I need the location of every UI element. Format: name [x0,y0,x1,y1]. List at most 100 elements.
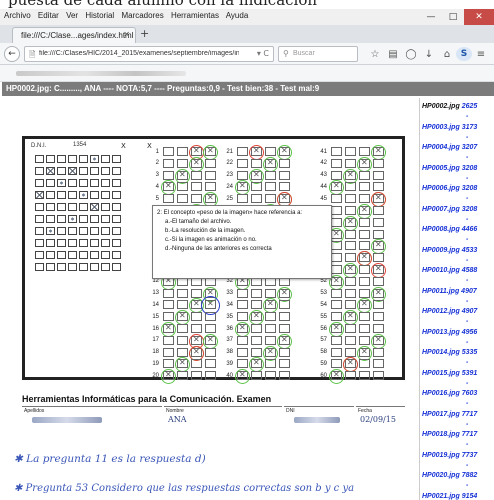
menu-herramientas[interactable]: Herramientas [171,11,219,20]
answer-box [359,217,370,227]
file-link[interactable]: HP0015.jpg 5391 - [422,369,477,387]
menu-archivo[interactable]: Archivo [4,11,31,20]
question-row: 25 ✕ [221,192,293,208]
tab-close-icon[interactable]: ✕ [123,30,130,39]
search-input[interactable]: ⚲ Buscar [278,46,358,62]
answer-box [331,312,342,322]
file-name: HP0012.jpg [422,308,462,315]
menu-ver[interactable]: Ver [66,11,78,20]
dni-grid [35,155,123,275]
menu-ayuda[interactable]: Ayuda [226,11,249,20]
menu-editar[interactable]: Editar [38,11,59,20]
tooltip-option-a: a.-El tamaño del archivo. [165,219,232,225]
url-input[interactable]: 🗎 file:///C:/Clases/HIC/2014_2015/examen… [24,46,274,62]
answer-x-mark: ✕ [239,370,246,380]
file-name: HP0007.jpg [422,205,462,213]
file-link[interactable]: HP0017.jpg 7717 - [422,410,477,428]
dni-grid-cell [101,263,110,271]
file-link[interactable]: HP0018.jpg 7717 - [422,430,477,448]
star-icon[interactable]: ☆ [366,46,384,62]
file-code: 2625 [461,103,478,110]
extension-icon[interactable]: S [456,47,472,61]
menu-icon[interactable]: ≡ [472,46,490,62]
blurred-bookmarks [16,71,186,76]
answer-box: ✕ [371,239,386,255]
dni-grid-cell [112,227,121,235]
reload-icon[interactable]: ▾ C [257,49,269,58]
answer-box [163,347,174,357]
file-name: HP0016.jpg [422,390,462,397]
dni-grid-cell [112,263,121,271]
question-row: 38 ✕ [221,345,293,361]
answer-box [331,253,342,263]
dni-grid-cell [68,191,77,199]
back-arrow-icon[interactable]: ← [4,46,20,62]
dni-grid-cell [57,155,66,163]
dni-grid-cell [90,167,99,175]
file-link[interactable]: HP0020.jpg 7882 - [422,471,477,489]
answer-x-mark: ✕ [375,287,382,297]
answer-box: ✕ [235,322,250,337]
dni-grid-cell [57,179,66,187]
question-number: 40 [226,372,233,379]
menu-marcadores[interactable]: Marcadores [121,11,163,20]
answer-box [205,347,216,357]
file-link[interactable]: HP0013.jpg 4956 - [422,328,477,346]
answer-x-mark: ✕ [253,146,260,155]
file-code: 4588 [461,267,478,274]
answer-box: ✕ [249,357,264,373]
tooltip-option-d: d.-Ninguna de las anteriores es correcta [165,246,272,252]
maximize-icon[interactable]: □ [442,9,464,25]
file-link[interactable]: HP0016.jpg 7603 - [422,389,478,407]
dni-grid-cell [101,203,110,211]
answer-box [163,312,174,322]
answer-box: ✕ [203,192,218,208]
tab-active[interactable]: file:///C:/Clase...ages/index.html ✕ [12,27,136,43]
answer-box [177,158,188,168]
blurred-dni [294,417,340,423]
pocket-icon[interactable]: ◯ [402,46,420,62]
dni-grid-cell [101,215,110,223]
answer-box [373,312,384,322]
file-link[interactable]: HP0005.jpg 3208 - [422,164,477,182]
answer-box [237,194,248,204]
file-link[interactable]: HP0010.jpg 4588 - [422,266,478,284]
file-link[interactable]: HP0021.jpg 9154- [422,492,477,500]
file-code: 7603 [461,390,478,397]
answer-x-mark: ✕ [361,252,368,262]
file-link[interactable]: HP0014.jpg 5335 - [422,348,477,366]
file-link[interactable]: HP0002.jpg 2625 - [422,102,478,120]
question-number: 25 [226,195,233,202]
file-link[interactable]: HP0007.jpg 3208 - [422,205,477,223]
url-text: file:///C:/Clases/HIC/2014_2015/examenes… [39,50,239,57]
answer-box [265,170,276,180]
file-name: HP0006.jpg [422,185,462,192]
file-link[interactable]: HP0003.jpg 3173 - [422,123,477,141]
answer-box [331,347,342,357]
home-icon[interactable]: ⌂ [438,46,456,62]
answer-box [359,265,370,274]
answer-x-mark: ✕ [333,323,340,332]
question-row: 5 ✕ [147,192,219,208]
file-link[interactable]: HP0008.jpg 4466 - [422,225,477,243]
minimize-icon[interactable]: — [420,9,442,25]
answer-box [359,288,370,298]
menu-historial[interactable]: Historial [85,11,114,20]
file-link[interactable]: HP0004.jpg 3207 - [422,143,477,161]
dni-grid-cell [68,203,77,211]
clipboard-icon[interactable]: ▤ [384,46,402,62]
file-link[interactable]: HP0019.jpg 7737 - [422,451,477,469]
file-name: HP0009.jpg [422,246,462,254]
file-link[interactable]: HP0012.jpg 4907 - [422,307,477,325]
download-icon[interactable]: ↓ [420,46,438,62]
file-link[interactable]: HP0011.jpg 4907 - [422,287,477,305]
answer-x-mark: ✕ [375,193,382,203]
answer-box [345,335,356,345]
file-link[interactable]: HP0006.jpg 3208 - [422,184,477,202]
answer-box [177,182,188,192]
answer-box: ✕ [263,345,278,361]
close-icon[interactable]: ✕ [464,9,494,25]
question-number: 15 [152,313,159,320]
file-link[interactable]: HP0009.jpg 4533 - [422,246,477,264]
new-tab-icon[interactable]: + [140,27,149,40]
